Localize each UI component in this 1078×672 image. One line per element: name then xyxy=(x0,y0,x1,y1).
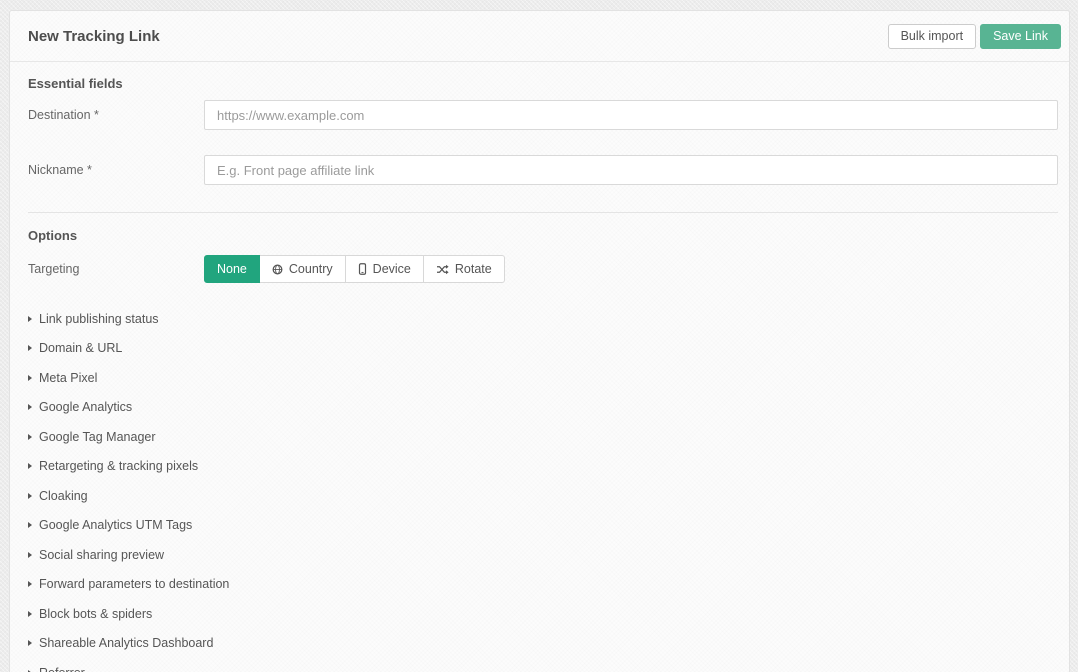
targeting-button-label: Country xyxy=(289,262,333,276)
targeting-label: Targeting xyxy=(28,262,204,276)
collapsible-section-toggle[interactable]: Shareable Analytics Dashboard xyxy=(28,629,1058,659)
collapsible-section-toggle[interactable]: Google Analytics xyxy=(28,393,1058,423)
collapsible-section-label: Google Analytics xyxy=(39,400,132,414)
collapsible-section-toggle[interactable]: Domain & URL xyxy=(28,334,1058,364)
targeting-rotate-button[interactable]: Rotate xyxy=(424,255,505,283)
page-title: New Tracking Link xyxy=(28,28,160,45)
collapsible-section-label: Link publishing status xyxy=(39,312,159,326)
collapsible-section-label: Domain & URL xyxy=(39,341,122,355)
collapsible-section-toggle[interactable]: Google Tag Manager xyxy=(28,422,1058,452)
collapsible-section-label: Forward parameters to destination xyxy=(39,577,229,591)
caret-right-icon xyxy=(28,345,32,351)
targeting-button-label: Rotate xyxy=(455,262,492,276)
save-link-button[interactable]: Save Link xyxy=(980,24,1061,49)
nickname-input[interactable] xyxy=(204,155,1058,185)
collapsible-section-toggle[interactable]: Google Analytics UTM Tags xyxy=(28,511,1058,541)
caret-right-icon xyxy=(28,581,32,587)
collapsible-section-label: Google Analytics UTM Tags xyxy=(39,518,192,532)
nickname-label: Nickname * xyxy=(28,163,204,177)
header-actions: Bulk import Save Link xyxy=(888,24,1061,49)
collapsible-section-label: Retargeting & tracking pixels xyxy=(39,459,198,473)
collapsible-section-toggle[interactable]: Meta Pixel xyxy=(28,363,1058,393)
collapsible-section-toggle[interactable]: Retargeting & tracking pixels xyxy=(28,452,1058,482)
collapsible-section-label: Cloaking xyxy=(39,489,88,503)
collapsible-section-toggle[interactable]: Referrer xyxy=(28,658,1058,672)
targeting-none-button[interactable]: None xyxy=(204,255,260,283)
collapsible-section-toggle[interactable]: Link publishing status xyxy=(28,304,1058,334)
collapsible-section-toggle[interactable]: Social sharing preview xyxy=(28,540,1058,570)
targeting-button-label: None xyxy=(217,262,247,276)
caret-right-icon xyxy=(28,434,32,440)
collapsible-section-label: Referrer xyxy=(39,666,85,672)
collapsible-section-label: Google Tag Manager xyxy=(39,430,156,444)
caret-right-icon xyxy=(28,463,32,469)
caret-right-icon xyxy=(28,522,32,528)
essential-fields-heading: Essential fields xyxy=(28,76,1058,91)
collapsible-section-toggle[interactable]: Forward parameters to destination xyxy=(28,570,1058,600)
collapsible-section-toggle[interactable]: Block bots & spiders xyxy=(28,599,1058,629)
caret-right-icon xyxy=(28,375,32,381)
mobile-icon xyxy=(358,263,367,275)
panel-header: New Tracking Link Bulk import Save Link xyxy=(10,11,1069,62)
nickname-row: Nickname * xyxy=(28,155,1058,185)
options-heading: Options xyxy=(28,228,1058,243)
shuffle-icon xyxy=(436,264,449,275)
collapsible-sections: Link publishing status Domain & URL Meta P… xyxy=(28,304,1058,672)
targeting-country-button[interactable]: Country xyxy=(260,255,346,283)
new-tracking-link-panel: New Tracking Link Bulk import Save Link … xyxy=(9,10,1070,672)
panel-body: Essential fields Destination * Nickname … xyxy=(10,62,1069,672)
collapsible-section-label: Shareable Analytics Dashboard xyxy=(39,636,213,650)
caret-right-icon xyxy=(28,611,32,617)
collapsible-section-label: Meta Pixel xyxy=(39,371,97,385)
caret-right-icon xyxy=(28,493,32,499)
caret-right-icon xyxy=(28,552,32,558)
targeting-row: Targeting None Country Device Rotate xyxy=(28,255,1058,283)
destination-input[interactable] xyxy=(204,100,1058,130)
targeting-device-button[interactable]: Device xyxy=(346,255,424,283)
caret-right-icon xyxy=(28,640,32,646)
section-divider xyxy=(28,212,1058,213)
bulk-import-button[interactable]: Bulk import xyxy=(888,24,977,49)
collapsible-section-label: Social sharing preview xyxy=(39,548,164,562)
globe-icon xyxy=(272,264,283,275)
destination-row: Destination * xyxy=(28,100,1058,130)
targeting-button-label: Device xyxy=(373,262,411,276)
collapsible-section-label: Block bots & spiders xyxy=(39,607,152,621)
targeting-group: None Country Device Rotate xyxy=(204,255,505,283)
caret-right-icon xyxy=(28,316,32,322)
collapsible-section-toggle[interactable]: Cloaking xyxy=(28,481,1058,511)
destination-label: Destination * xyxy=(28,108,204,122)
caret-right-icon xyxy=(28,404,32,410)
